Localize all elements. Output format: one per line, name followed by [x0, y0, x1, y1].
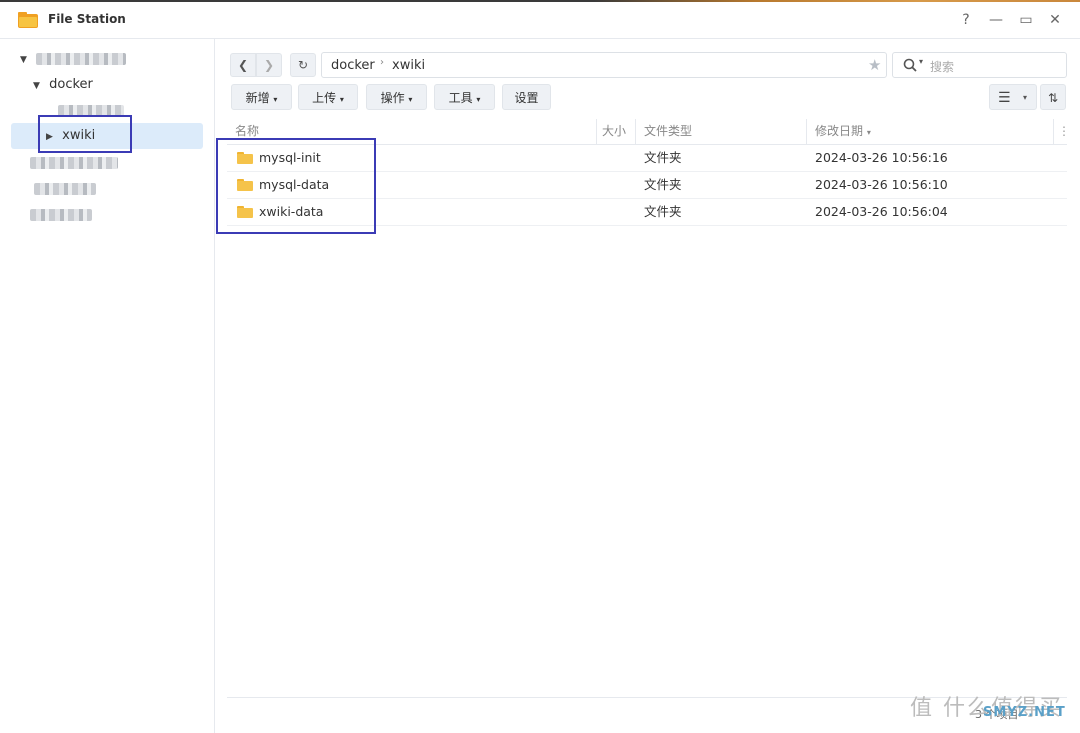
redacted-label	[36, 52, 127, 65]
file-type: 文件夹	[644, 177, 682, 192]
tree-node-docker[interactable]: ▼ docker	[33, 73, 93, 97]
search-dropdown-icon[interactable]: ▾	[919, 57, 923, 66]
redacted-label	[34, 182, 96, 195]
redacted-label	[30, 156, 118, 169]
tree-node-root[interactable]: ▼	[20, 47, 127, 71]
breadcrumb-chevron-icon: ›	[380, 57, 384, 68]
column-divider	[596, 119, 597, 144]
list-view-icon: ☰	[998, 90, 1011, 106]
search-icon	[903, 58, 917, 72]
tree-node-redacted[interactable]	[30, 151, 118, 175]
back-icon: ❮	[237, 58, 249, 72]
file-modified: 2024-03-26 10:56:10	[815, 177, 948, 192]
path-segment[interactable]: xwiki	[392, 58, 425, 73]
forward-icon: ❯	[263, 58, 275, 72]
sort-button[interactable]: ⇅	[1040, 84, 1066, 110]
file-modified: 2024-03-26 10:56:04	[815, 204, 948, 219]
dropdown-icon: ▾	[1023, 93, 1028, 102]
column-header-modified[interactable]: 修改日期 ▾	[815, 119, 871, 144]
refresh-icon: ↻	[297, 58, 309, 72]
tree-node-redacted[interactable]	[30, 203, 92, 227]
minimize-button[interactable]: —	[984, 8, 1008, 32]
view-mode-button[interactable]: ☰ ▾	[989, 84, 1037, 110]
forward-button[interactable]: ❯	[256, 53, 282, 77]
search-box[interactable]: ▾ 搜索	[892, 52, 1067, 78]
file-type: 文件夹	[644, 204, 682, 219]
expand-icon: ▼	[20, 55, 27, 65]
title-bar: File Station ? — ▭ ✕	[0, 2, 1080, 39]
search-placeholder: 搜索	[930, 60, 955, 74]
maximize-button[interactable]: ▭	[1014, 8, 1038, 32]
folder-tree: ▼ ▼ docker ▶ xwiki	[0, 39, 215, 733]
action-button[interactable]: 操作 ▾	[366, 84, 427, 110]
column-divider	[806, 119, 807, 144]
create-button[interactable]: 新增 ▾	[231, 84, 292, 110]
path-bar[interactable]: docker › xwiki ★	[321, 52, 887, 78]
settings-button[interactable]: 设置	[502, 84, 551, 110]
expand-icon: ▼	[33, 81, 40, 91]
redacted-label	[30, 208, 92, 221]
column-options-icon[interactable]: ⋮	[1058, 119, 1070, 144]
path-segment[interactable]: docker	[331, 58, 375, 73]
column-header-size[interactable]: 大小	[602, 119, 626, 144]
star-icon[interactable]: ★	[868, 56, 881, 74]
sort-desc-icon: ▾	[866, 128, 871, 137]
tree-node-redacted[interactable]	[34, 177, 96, 201]
annotation-box-files	[216, 138, 376, 234]
column-header-type[interactable]: 文件类型	[644, 119, 692, 144]
refresh-button[interactable]: ↻	[290, 53, 316, 77]
tools-button[interactable]: 工具 ▾	[434, 84, 495, 110]
file-station-icon	[18, 12, 38, 28]
back-button[interactable]: ❮	[230, 53, 256, 77]
file-modified: 2024-03-26 10:56:16	[815, 150, 948, 165]
help-button[interactable]: ?	[954, 8, 978, 32]
watermark-net: SMYZ.NET	[983, 705, 1066, 720]
sort-icon: ⇅	[1047, 91, 1059, 105]
dropdown-icon: ▾	[273, 95, 278, 104]
column-divider	[1053, 119, 1054, 144]
dropdown-icon: ▾	[408, 95, 413, 104]
file-type: 文件夹	[644, 150, 682, 165]
window-title: File Station	[48, 12, 126, 26]
dropdown-icon: ▾	[339, 95, 344, 104]
column-divider	[635, 119, 636, 144]
close-button[interactable]: ✕	[1043, 8, 1067, 32]
main-panel: ❮ ❯ ↻ docker › xwiki ★ ▾ 搜索 新增 ▾ 上传 ▾ 操作…	[215, 39, 1080, 733]
annotation-box-sidebar	[38, 115, 132, 153]
upload-button[interactable]: 上传 ▾	[298, 84, 358, 110]
dropdown-icon: ▾	[476, 95, 481, 104]
tree-label: docker	[49, 77, 93, 92]
